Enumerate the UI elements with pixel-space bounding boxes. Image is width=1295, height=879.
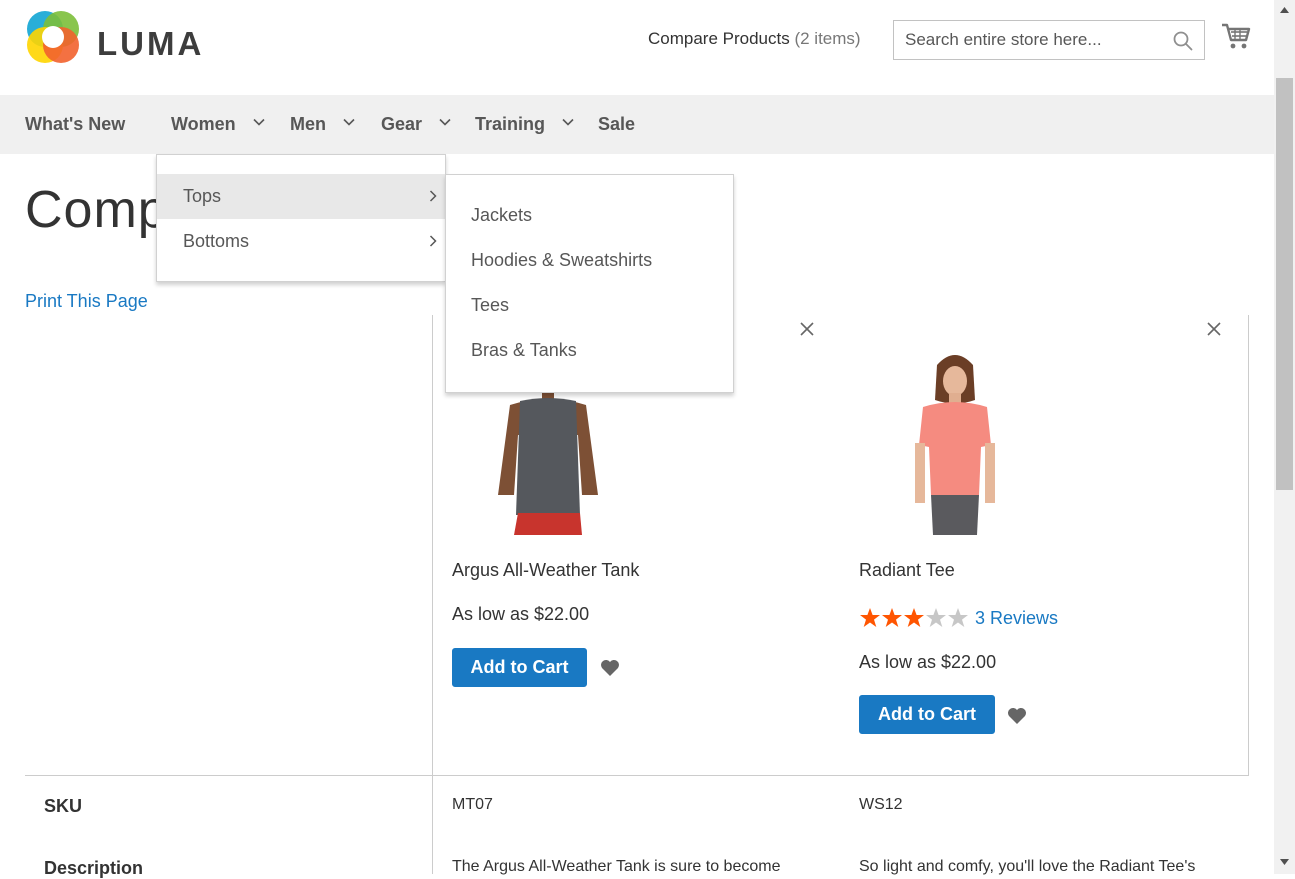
nav-item-gear[interactable]: Gear <box>381 95 451 154</box>
submenu-item-bottoms[interactable]: Bottoms <box>157 219 445 264</box>
search-box <box>893 20 1205 60</box>
nav-item-label: What's New <box>25 114 126 134</box>
add-to-cart-button[interactable]: Add to Cart <box>859 695 995 734</box>
remove-product-icon[interactable] <box>798 320 816 338</box>
star-icon <box>926 608 946 627</box>
nav-item-sale[interactable]: Sale <box>598 95 635 154</box>
submenu-item-label: Bottoms <box>183 231 250 251</box>
page-scrollbar[interactable] <box>1274 0 1295 874</box>
sku-value: WS12 <box>859 796 903 813</box>
nav-item-label: Training <box>475 114 546 134</box>
search-icon[interactable] <box>1172 30 1194 52</box>
product-price: As low as $22.00 <box>859 652 997 672</box>
table-divider <box>1248 315 1249 776</box>
women-submenu: Tops Bottoms <box>156 154 446 282</box>
scrollbar-thumb[interactable] <box>1276 78 1293 490</box>
scroll-up-icon[interactable] <box>1279 6 1290 14</box>
remove-product-icon[interactable] <box>1205 320 1223 338</box>
flyout-item-bras-tanks[interactable]: Bras & Tanks <box>471 340 577 361</box>
chevron-down-icon <box>439 119 451 126</box>
product-name-link[interactable]: Radiant Tee <box>859 560 955 581</box>
chevron-down-icon <box>343 119 355 126</box>
nav-item-label: Men <box>290 114 326 134</box>
search-input[interactable] <box>894 21 1164 59</box>
compare-products-count: (2 items) <box>794 29 861 48</box>
product-rating: 3 Reviews <box>859 607 1058 629</box>
product-name-link[interactable]: Argus All-Weather Tank <box>452 560 639 581</box>
compare-products-link[interactable]: Compare Products (2 items) <box>648 29 861 49</box>
star-icon <box>860 608 880 627</box>
nav-item-label: Gear <box>381 114 423 134</box>
submenu-item-tops[interactable]: Tops <box>157 174 445 219</box>
page-title: Comp <box>25 181 168 239</box>
chevron-right-icon <box>429 190 437 202</box>
nav-item-label: Women <box>171 114 236 134</box>
print-page-link[interactable]: Print This Page <box>25 291 148 312</box>
flyout-item-jackets[interactable]: Jackets <box>471 205 532 226</box>
flyout-item-tees[interactable]: Tees <box>471 295 509 316</box>
nav-item-training[interactable]: Training <box>475 95 574 154</box>
add-to-cart-button[interactable]: Add to Cart <box>452 648 587 687</box>
luma-logo[interactable]: LUMA <box>25 9 210 65</box>
chevron-down-icon <box>562 119 574 126</box>
sku-label: SKU <box>44 796 83 816</box>
tops-flyout-menu: Jackets Hoodies & Sweatshirts Tees Bras … <box>445 174 734 393</box>
flyout-item-hoodies[interactable]: Hoodies & Sweatshirts <box>471 250 652 271</box>
cart-icon[interactable] <box>1220 20 1252 52</box>
compare-products-label: Compare Products <box>648 29 790 48</box>
description-value: So light and comfy, you'll love the Radi… <box>859 858 1196 875</box>
reviews-link[interactable]: 3 Reviews <box>975 608 1058 629</box>
main-nav: What's New Women Men Gear Training Sale <box>0 95 1274 154</box>
product-price: As low as $22.00 <box>452 604 590 624</box>
nav-item-women[interactable]: Women <box>171 95 265 154</box>
wishlist-heart-icon[interactable] <box>599 657 621 679</box>
nav-item-men[interactable]: Men <box>290 95 355 154</box>
description-label: Description <box>44 858 144 878</box>
table-divider <box>432 315 433 874</box>
chevron-down-icon <box>253 119 265 126</box>
product-image[interactable] <box>875 345 1035 535</box>
star-icon <box>904 608 924 627</box>
scroll-down-icon[interactable] <box>1279 858 1290 866</box>
luma-logo-icon <box>27 11 79 63</box>
star-icon <box>948 608 968 627</box>
submenu-item-label: Tops <box>183 186 222 206</box>
nav-item-whats-new[interactable]: What's New <box>25 95 125 154</box>
chevron-right-icon <box>429 235 437 247</box>
star-icon <box>882 608 902 627</box>
logo-text: LUMA <box>97 25 205 62</box>
wishlist-heart-icon[interactable] <box>1006 705 1028 727</box>
nav-item-label: Sale <box>598 114 636 134</box>
description-value: The Argus All-Weather Tank is sure to be… <box>452 858 781 875</box>
sku-value: MT07 <box>452 796 493 813</box>
page-header: LUMA Compare Products (2 items) <box>0 0 1274 95</box>
table-divider <box>25 775 1249 776</box>
